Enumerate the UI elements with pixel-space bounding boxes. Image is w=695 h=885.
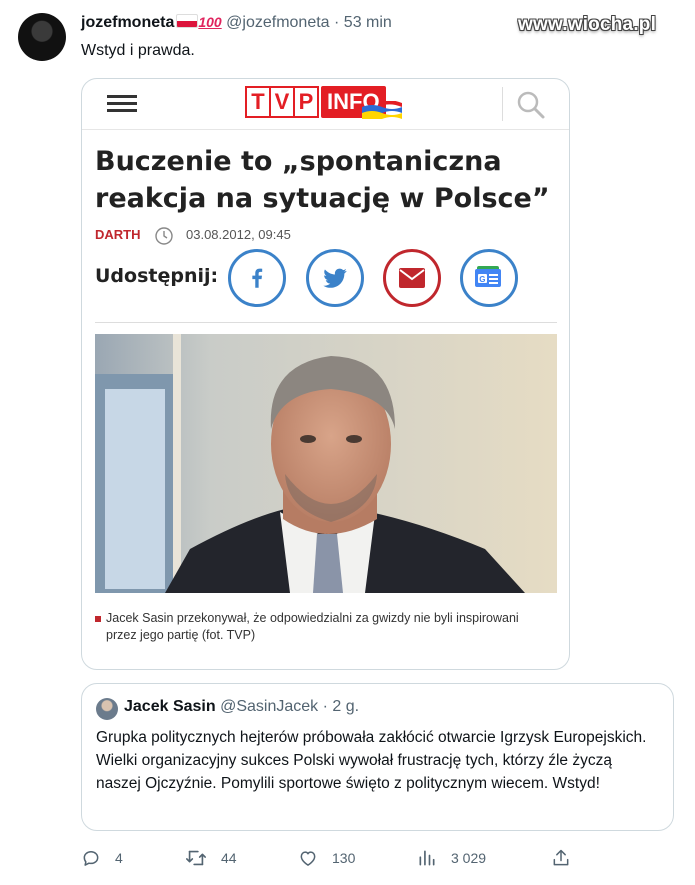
watermark: www.wiocha.pl (518, 14, 657, 35)
clock-icon (155, 227, 173, 245)
quoted-tweet-text: Grupka politycznych hejterów próbowała z… (96, 729, 647, 792)
quoted-handle: @SasinJacek (220, 698, 319, 715)
retweet-count: 44 (221, 850, 237, 866)
twitter-icon (323, 268, 347, 288)
photo-caption: Jacek Sasin przekonywał, że odpowiedzial… (106, 611, 519, 642)
tvp-header: T V P INFO (82, 79, 569, 130)
quoted-avatar[interactable] (96, 698, 118, 720)
logo-letter: T (245, 86, 271, 118)
quoted-timestamp: 2 g. (332, 698, 360, 715)
share-icon (553, 849, 569, 866)
article-headline: Buczenie to „spontaniczna reakcja na syt… (95, 146, 550, 214)
views-icon (419, 850, 435, 866)
caption-marker (95, 616, 101, 622)
tweet-text: Wstyd i prawda. (81, 42, 195, 59)
quoted-tweet-header: Jacek Sasin @SasinJacek · 2 g. (124, 698, 359, 716)
logo-letter: P (293, 86, 319, 118)
reply-icon (83, 851, 99, 866)
avatar[interactable] (18, 13, 66, 61)
search-icon (517, 91, 545, 119)
separator-dot: · (334, 14, 340, 31)
like-button[interactable]: 130 (298, 848, 355, 868)
logo-letter: V (269, 86, 295, 118)
article-date: 03.08.2012, 09:45 (186, 227, 291, 242)
article-author: DARTH (95, 227, 141, 242)
like-count: 130 (332, 850, 356, 866)
article-photo (95, 334, 557, 593)
reply-count: 4 (115, 850, 123, 866)
separator-dot: · (322, 698, 328, 715)
attached-image[interactable]: T V P INFO Buczenie to „spontaniczna rea… (81, 78, 570, 670)
heart-icon (300, 851, 316, 866)
email-share-button (383, 249, 441, 307)
handle[interactable]: @jozefmoneta (226, 14, 329, 31)
quoted-display-name: Jacek Sasin (124, 698, 216, 715)
ukraine-poland-flag-icon (362, 101, 402, 119)
divider (502, 87, 503, 121)
facebook-icon (252, 268, 263, 288)
twitter-share-button (306, 249, 364, 307)
views-count: 3 029 (451, 850, 487, 866)
poland-flag-icon (176, 14, 199, 28)
hundred-points-icon: 100 (198, 14, 222, 30)
tweet-header: jozefmoneta 100 @jozefmoneta · 53 min (81, 14, 392, 32)
reply-button[interactable]: 4 (81, 848, 123, 868)
timestamp[interactable]: 53 min (344, 14, 392, 31)
quoted-tweet[interactable]: Jacek Sasin @SasinJacek · 2 g. Grupka po… (81, 683, 674, 831)
views-button[interactable]: 3 029 (417, 848, 486, 868)
menu-icon (107, 95, 137, 113)
mail-icon (399, 268, 425, 288)
share-label: Udostępnij: (95, 265, 219, 287)
display-name[interactable]: jozefmoneta (81, 14, 174, 31)
divider (95, 322, 557, 323)
google-news-icon: G (475, 266, 501, 287)
retweet-button[interactable]: 44 (185, 848, 237, 868)
retweet-icon (186, 850, 206, 866)
svg-text:G: G (479, 275, 485, 284)
share-button[interactable] (551, 848, 571, 868)
facebook-share-button (228, 249, 286, 307)
google-news-share-button: G (460, 249, 518, 307)
